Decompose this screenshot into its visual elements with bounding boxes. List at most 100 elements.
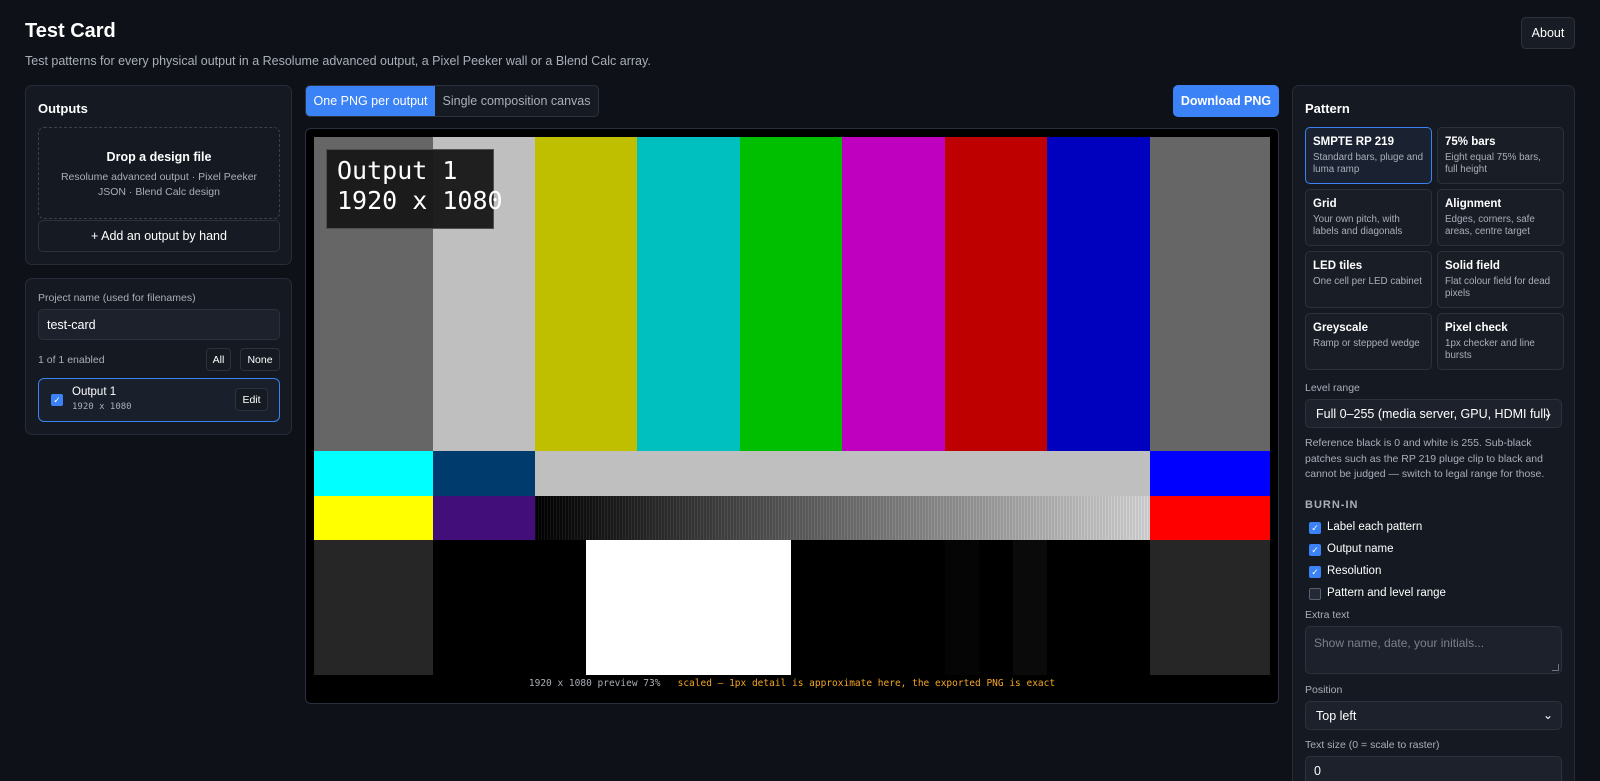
about-button[interactable]: About <box>1521 17 1575 49</box>
bottom-black-2 <box>791 540 945 675</box>
patch-blue <box>1150 451 1270 496</box>
extra-text-label: Extra text <box>1305 609 1350 621</box>
burn-in-resolution: 1920 x 1080 <box>337 186 503 215</box>
pattern-pixel-check[interactable]: Pixel check 1px checker and line bursts <box>1437 313 1564 370</box>
preview-frame: Output 1 1920 x 1080 1920 x 1080 preview … <box>305 128 1279 704</box>
pattern-card-desc: Ramp or stepped wedge <box>1313 338 1420 349</box>
pattern-title: Pattern <box>1305 101 1350 116</box>
download-png-button[interactable]: Download PNG <box>1173 85 1279 117</box>
bottom-black-3 <box>1047 540 1150 675</box>
add-output-button[interactable]: + Add an output by hand <box>38 220 280 252</box>
output-enabled-checkbox[interactable]: ✓ <box>51 394 63 406</box>
level-range-label: Level range <box>1305 382 1360 394</box>
extra-text-placeholder: Show name, date, your initials... <box>1314 636 1485 650</box>
extra-text-input[interactable]: Show name, date, your initials... <box>1305 626 1562 674</box>
burn-in-output-name: Output 1 <box>337 156 458 185</box>
bar-yellow <box>535 137 637 451</box>
preview-scale-warning: scaled — 1px detail is approximate here,… <box>677 678 1056 689</box>
bar-magenta <box>842 137 945 451</box>
project-name-label: Project name (used for filenames) <box>38 292 196 304</box>
pattern-greyscale[interactable]: Greyscale Ramp or stepped wedge <box>1305 313 1432 370</box>
output-resolution: 1920 x 1080 <box>72 402 132 412</box>
checkbox-label: Label each pattern <box>1327 521 1423 533</box>
luma-ramp <box>535 496 1150 540</box>
bar-grey-right <box>1150 137 1270 451</box>
text-size-input[interactable] <box>1305 756 1562 781</box>
preview-info: 1920 x 1080 preview 73% <box>528 678 661 689</box>
bar-green <box>740 137 842 451</box>
resize-handle-icon[interactable] <box>1552 664 1559 671</box>
pattern-panel: Pattern SMPTE RP 219 Standard bars, plug… <box>1292 85 1575 781</box>
tab-single-composition-canvas[interactable]: Single composition canvas <box>435 86 598 116</box>
page-title: Test Card <box>25 20 116 42</box>
project-panel: Project name (used for filenames) 1 of 1… <box>25 278 292 435</box>
pattern-card-title: Pixel check <box>1445 322 1508 334</box>
pattern-smpte-rp219[interactable]: SMPTE RP 219 Standard bars, pluge and lu… <box>1305 127 1432 184</box>
burn-in-label: Output 1 1920 x 1080 <box>326 149 503 229</box>
patch-dark-blue <box>433 451 535 496</box>
checkbox[interactable] <box>1309 588 1321 600</box>
pattern-solid-field[interactable]: Solid field Flat colour field for dead p… <box>1437 251 1564 308</box>
bar-blue <box>1047 137 1150 451</box>
page-subtitle: Test patterns for every physical output … <box>25 54 651 68</box>
position-value: Top left <box>1316 708 1357 723</box>
checkbox[interactable]: ✓ <box>1309 544 1321 556</box>
test-pattern-preview: Output 1 1920 x 1080 <box>314 137 1270 675</box>
pattern-card-desc: Standard bars, pluge and luma ramp <box>1313 152 1424 175</box>
pattern-card-desc: 1px checker and line bursts <box>1445 338 1535 361</box>
outputs-title: Outputs <box>38 101 88 116</box>
position-select[interactable]: Top left ⌄ <box>1305 701 1562 730</box>
patch-red <box>1150 496 1270 540</box>
bar-cyan <box>637 137 740 451</box>
text-size-label: Text size (0 = scale to raster) <box>1305 739 1440 751</box>
pattern-card-title: 75% bars <box>1445 136 1496 148</box>
pattern-card-desc: Eight equal 75% bars, full height <box>1445 152 1541 175</box>
outputs-panel: Outputs Drop a design file Resolume adva… <box>25 85 292 265</box>
bottom-white <box>586 540 791 675</box>
pattern-card-desc: One cell per LED cabinet <box>1313 276 1422 287</box>
checkbox-label: Output name <box>1327 543 1394 555</box>
dropzone-title: Drop a design file <box>106 150 212 164</box>
pattern-grid[interactable]: Grid Your own pitch, with labels and dia… <box>1305 189 1432 246</box>
preview-caption: 1920 x 1080 preview 73% scaled — 1px det… <box>306 678 1278 689</box>
select-all-button[interactable]: All <box>206 348 231 371</box>
position-label: Position <box>1305 684 1343 696</box>
bottom-dark-grey-right <box>1150 540 1270 675</box>
output-row[interactable]: ✓ Output 1 1920 x 1080 Edit <box>38 378 280 422</box>
chevron-down-icon: ⌄ <box>1542 708 1553 722</box>
pattern-card-title: Alignment <box>1445 198 1502 210</box>
level-range-select[interactable]: Full 0–255 (media server, GPU, HDMI full… <box>1305 399 1562 428</box>
pattern-led-tiles[interactable]: LED tiles One cell per LED cabinet <box>1305 251 1432 308</box>
enabled-count: 1 of 1 enabled <box>38 354 105 366</box>
chevron-down-icon: ⌄ <box>1542 406 1553 420</box>
checkbox[interactable]: ✓ <box>1309 566 1321 578</box>
patch-yellow <box>314 496 433 540</box>
dropzone-subtitle: Resolume advanced output · Pixel Peeker … <box>60 171 258 198</box>
patch-purple <box>433 496 535 540</box>
checkbox-label: Pattern and level range <box>1327 587 1446 599</box>
pluge-2 <box>979 540 1013 675</box>
pattern-card-desc: Flat colour field for dead pixels <box>1445 276 1551 299</box>
select-none-button[interactable]: None <box>240 348 280 371</box>
bar-red <box>945 137 1047 451</box>
level-range-note: Reference black is 0 and white is 255. S… <box>1305 437 1545 480</box>
pattern-card-desc: Edges, corners, safe areas, centre targe… <box>1445 214 1535 237</box>
pattern-alignment[interactable]: Alignment Edges, corners, safe areas, ce… <box>1437 189 1564 246</box>
tab-one-png-per-output[interactable]: One PNG per output <box>306 86 435 116</box>
burn-in-heading: BURN-IN <box>1305 499 1359 511</box>
export-mode-toggle: One PNG per output Single composition ca… <box>305 85 599 117</box>
patch-cyan <box>314 451 433 496</box>
pattern-card-title: LED tiles <box>1313 260 1363 272</box>
output-name: Output 1 <box>72 386 117 398</box>
bottom-dark-grey-left <box>314 540 433 675</box>
pattern-card-title: Grid <box>1313 198 1337 210</box>
pattern-75-bars[interactable]: 75% bars Eight equal 75% bars, full heig… <box>1437 127 1564 184</box>
pattern-card-title: Greyscale <box>1313 322 1368 334</box>
design-file-dropzone[interactable]: Drop a design file Resolume advanced out… <box>38 127 280 219</box>
pattern-card-title: SMPTE RP 219 <box>1313 136 1394 148</box>
level-range-value: Full 0–255 (media server, GPU, HDMI full… <box>1316 406 1551 421</box>
edit-output-button[interactable]: Edit <box>235 388 268 411</box>
project-name-input[interactable] <box>38 309 280 340</box>
checkbox[interactable]: ✓ <box>1309 522 1321 534</box>
pluge-3 <box>1013 540 1047 675</box>
